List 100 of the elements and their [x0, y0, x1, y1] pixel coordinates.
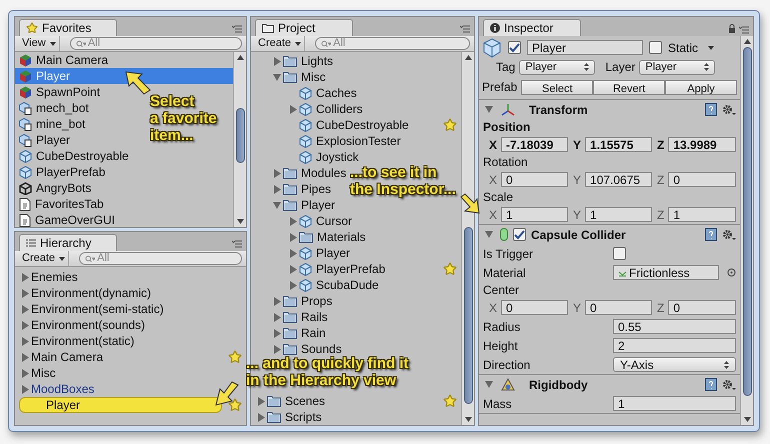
project-item[interactable]: Scripts	[267, 408, 322, 425]
project-item[interactable]: Props	[283, 292, 332, 310]
static-checkbox[interactable]	[649, 41, 662, 54]
project-item[interactable]: Lights	[283, 52, 334, 70]
project-item[interactable]: Materials	[299, 228, 366, 246]
collapsed-arrow-icon[interactable]	[273, 296, 281, 306]
project-item[interactable]: Player	[283, 196, 336, 214]
project-item[interactable]: Sounds	[283, 340, 342, 358]
favorite-item[interactable]: AngryBots	[15, 180, 94, 196]
value-field[interactable]: 0	[501, 300, 568, 315]
hierarchy-item[interactable]: Player	[19, 397, 222, 413]
collapsed-arrow-icon[interactable]	[273, 328, 281, 338]
favorite-star-icon[interactable]	[443, 394, 457, 408]
hierarchy-item[interactable]: Misc	[31, 364, 56, 382]
collapsed-arrow-icon[interactable]	[289, 232, 297, 242]
settings-icon[interactable]	[722, 104, 736, 116]
object-picker-icon[interactable]	[727, 268, 736, 277]
value-field[interactable]: 0.55	[613, 319, 736, 334]
favorite-star-icon[interactable]	[443, 118, 457, 132]
toolbar-dropdown-button[interactable]: Create	[19, 251, 70, 266]
tag-dropdown[interactable]: Player	[519, 60, 596, 74]
collapsed-arrow-icon[interactable]	[21, 336, 29, 346]
prefab-button[interactable]: Apply	[665, 80, 737, 94]
project-item[interactable]: Modules	[283, 164, 346, 182]
toolbar-dropdown-button[interactable]: View	[19, 36, 60, 51]
scroll-down-icon[interactable]	[464, 417, 472, 422]
collapsed-arrow-icon[interactable]	[273, 168, 281, 178]
project-item[interactable]: Rails	[283, 308, 328, 326]
favorite-star-icon[interactable]	[228, 350, 242, 364]
scroll-down-icon[interactable]	[236, 219, 244, 224]
component-checkbox[interactable]	[513, 228, 526, 241]
value-field[interactable]: 13.9989	[668, 137, 736, 152]
prefab-button[interactable]: Revert	[593, 80, 666, 94]
favorite-star-icon[interactable]	[443, 262, 457, 276]
collapsed-arrow-icon[interactable]	[273, 312, 281, 322]
collapsed-arrow-icon[interactable]	[289, 216, 297, 226]
scroll-thumb[interactable]	[464, 227, 472, 404]
value-field[interactable]: 1	[613, 396, 736, 411]
scroll-thumb[interactable]	[236, 108, 244, 164]
scroll-down-icon[interactable]	[744, 417, 750, 422]
collapsed-arrow-icon[interactable]	[289, 104, 297, 114]
project-item[interactable]: Joystick	[299, 148, 359, 166]
checkbox[interactable]	[613, 247, 626, 260]
project-item[interactable]: Cursor	[299, 212, 352, 230]
value-field[interactable]: 1.15575	[585, 137, 652, 152]
project-item[interactable]: Colliders	[299, 100, 363, 118]
hierarchy-item[interactable]: Environment(dynamic)	[31, 284, 152, 302]
favorite-item[interactable]: SpawnPoint	[15, 84, 102, 100]
collapsed-arrow-icon[interactable]	[21, 352, 29, 362]
favorite-item[interactable]: Main Camera	[15, 52, 110, 68]
hierarchy-item[interactable]: Environment(sounds)	[31, 316, 146, 334]
collapsed-arrow-icon[interactable]	[21, 272, 29, 282]
menu-icon[interactable]	[460, 25, 470, 33]
favorite-item[interactable]: mech_bot	[15, 100, 91, 116]
active-checkbox[interactable]	[508, 41, 521, 54]
panel-tab[interactable]: Hierarchy	[19, 234, 117, 251]
panel-tab[interactable]: Project	[255, 19, 353, 36]
value-field[interactable]: 1	[668, 207, 736, 222]
collapsed-arrow-icon[interactable]	[273, 184, 281, 194]
search-field[interactable]: All	[79, 252, 242, 265]
value-field[interactable]: 2	[613, 338, 736, 353]
favorite-star-icon[interactable]	[228, 398, 242, 412]
menu-icon[interactable]	[739, 26, 749, 34]
scroll-thumb[interactable]	[742, 47, 752, 396]
menu-icon[interactable]	[232, 25, 242, 33]
favorite-item[interactable]: Player	[15, 132, 72, 148]
favorite-item[interactable]: GameOverGUI	[15, 212, 118, 227]
collapsed-arrow-icon[interactable]	[273, 344, 281, 354]
scroll-up-icon[interactable]	[464, 55, 472, 60]
favorite-item[interactable]: mine_bot	[15, 116, 88, 132]
scrollbar[interactable]	[233, 52, 246, 227]
hierarchy-item[interactable]: Environment(semi-static)	[31, 300, 164, 318]
hierarchy-item[interactable]: Enemies	[31, 268, 78, 286]
help-book-icon[interactable]	[705, 378, 717, 391]
project-item[interactable]: Player	[299, 244, 350, 262]
collapsed-arrow-icon[interactable]	[289, 280, 297, 290]
collapsed-arrow-icon[interactable]	[289, 248, 297, 258]
search-field[interactable]: All	[70, 37, 242, 50]
scroll-up-icon[interactable]	[236, 55, 244, 60]
project-item[interactable]: ScubaDude	[299, 276, 379, 294]
value-field[interactable]: 0	[585, 300, 652, 315]
help-book-icon[interactable]	[705, 103, 717, 116]
dropdown[interactable]: Y-Axis	[613, 357, 736, 372]
settings-icon[interactable]	[722, 228, 736, 240]
collapsed-arrow-icon[interactable]	[21, 320, 29, 330]
favorite-item[interactable]: PlayerPrefab	[15, 164, 108, 180]
value-field[interactable]: 0	[668, 300, 736, 315]
scrollbar[interactable]	[740, 36, 753, 425]
expanded-arrow-icon[interactable]	[485, 230, 493, 239]
object-field[interactable]: Frictionless	[613, 265, 719, 280]
menu-icon[interactable]	[232, 240, 242, 248]
search-input[interactable]: All	[333, 35, 464, 52]
name-field[interactable]: Player	[527, 40, 643, 55]
search-input[interactable]: All	[88, 35, 236, 52]
hierarchy-item[interactable]: Environment(static)	[31, 332, 134, 350]
panel-tab[interactable]: Inspector	[483, 19, 581, 36]
project-item[interactable]: Rain	[283, 324, 326, 342]
hierarchy-item[interactable]: Main Camera	[31, 348, 104, 366]
project-item[interactable]: Pipes	[283, 180, 332, 198]
lock-icon[interactable]	[728, 24, 736, 34]
